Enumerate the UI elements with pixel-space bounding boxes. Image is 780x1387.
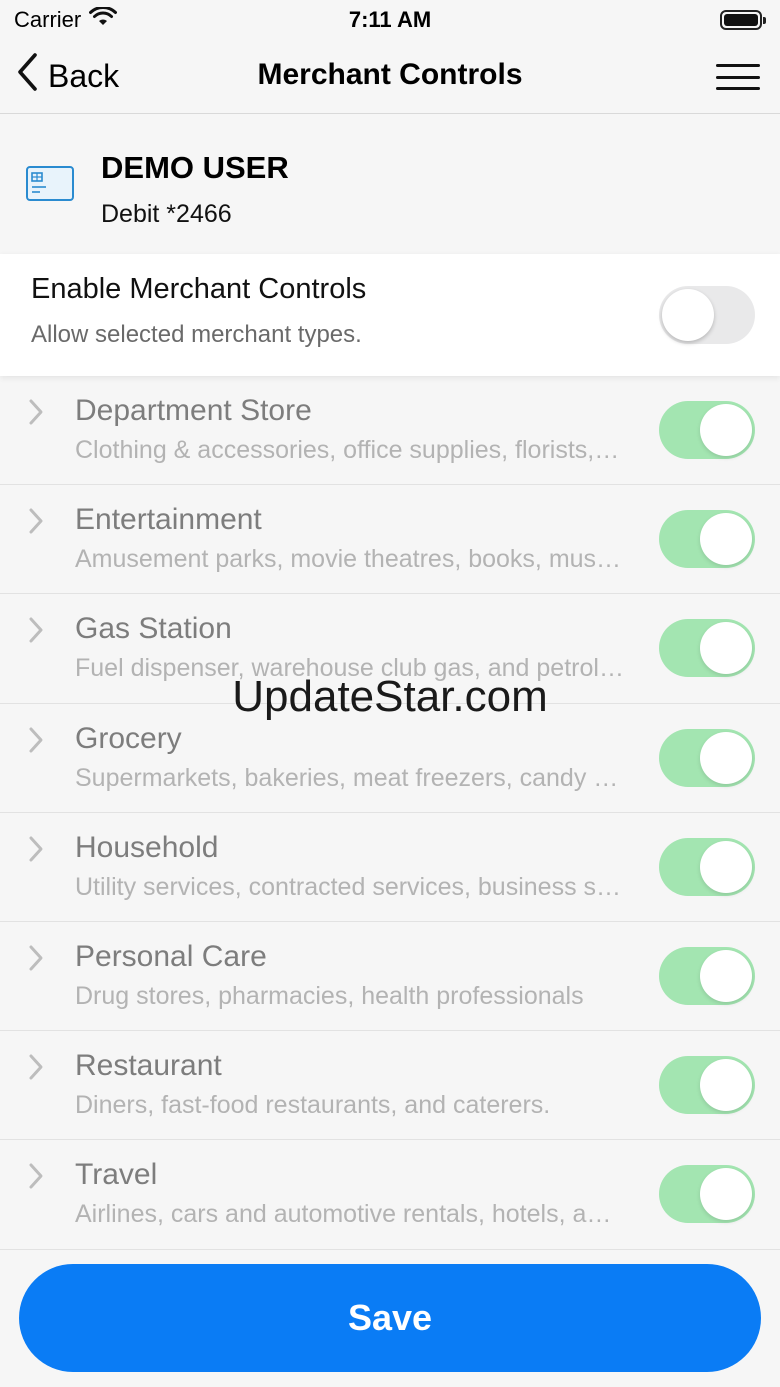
merchant-description: Diners, fast-food restaurants, and cater…: [75, 1091, 551, 1120]
merchant-row-gas-station[interactable]: Gas Station Fuel dispenser, warehouse cl…: [0, 594, 780, 704]
merchant-row-personal-care[interactable]: Personal Care Drug stores, pharmacies, h…: [0, 922, 780, 1032]
enable-merchant-controls-row: Enable Merchant Controls Allow selected …: [0, 254, 780, 376]
card-icon: [26, 166, 74, 207]
merchant-toggle[interactable]: [659, 1056, 755, 1115]
merchant-title: Restaurant: [75, 1049, 222, 1083]
merchant-description: Clothing & accessories, office supplies,…: [75, 436, 625, 464]
chevron-right-icon[interactable]: [27, 726, 45, 759]
chevron-right-icon[interactable]: [27, 835, 45, 868]
enable-subtitle: Allow selected merchant types.: [31, 321, 362, 348]
enable-title: Enable Merchant Controls: [31, 273, 367, 305]
account-header: DEMO USER Debit *2466: [0, 114, 780, 254]
toggle-knob: [700, 513, 752, 566]
merchant-toggle[interactable]: [659, 946, 755, 1005]
account-name: DEMO USER: [101, 150, 289, 185]
merchant-description: Utility services, contracted services, b…: [75, 872, 625, 901]
toggle-knob: [700, 949, 752, 1002]
back-label: Back: [48, 57, 120, 94]
status-left: Carrier: [14, 5, 118, 33]
chevron-right-icon[interactable]: [27, 398, 45, 431]
merchant-toggle[interactable]: [659, 1165, 755, 1224]
toggle-knob: [700, 731, 752, 784]
account-card-number: Debit *2466: [101, 200, 232, 228]
merchant-description: Airlines, cars and automotive rentals, h…: [75, 1200, 625, 1229]
chevron-left-icon: [16, 52, 38, 100]
merchant-row-travel[interactable]: Travel Airlines, cars and automotive ren…: [0, 1140, 780, 1250]
merchant-toggle[interactable]: [659, 619, 755, 678]
toggle-knob: [700, 1168, 752, 1221]
merchant-title: Grocery: [75, 721, 182, 755]
merchant-toggle[interactable]: [659, 837, 755, 896]
navigation-bar: Back Merchant Controls: [0, 40, 780, 114]
wifi-icon: [89, 5, 118, 33]
merchant-title: Household: [75, 830, 219, 864]
back-button[interactable]: Back: [16, 52, 120, 100]
toggle-knob: [700, 404, 752, 456]
merchant-toggle[interactable]: [659, 401, 755, 459]
merchant-description: Drug stores, pharmacies, health professi…: [75, 981, 584, 1010]
hamburger-menu-icon[interactable]: [716, 64, 760, 90]
merchant-title: Gas Station: [75, 612, 232, 646]
merchant-description: Amusement parks, movie theatres, books, …: [75, 545, 625, 574]
merchant-description: Supermarkets, bakeries, meat freezers, c…: [75, 763, 625, 792]
merchant-toggle[interactable]: [659, 728, 755, 787]
merchant-description: Fuel dispenser, warehouse club gas, and …: [75, 654, 625, 683]
merchant-toggle[interactable]: [659, 510, 755, 569]
merchant-title: Entertainment: [75, 503, 262, 537]
merchant-title: Personal Care: [75, 939, 267, 973]
save-button[interactable]: Save: [19, 1264, 761, 1372]
toggle-knob: [662, 289, 714, 341]
chevron-right-icon[interactable]: [27, 1053, 45, 1086]
merchant-row-restaurant[interactable]: Restaurant Diners, fast-food restaurants…: [0, 1031, 780, 1141]
toggle-knob: [700, 1059, 752, 1112]
merchant-title: Travel: [75, 1158, 158, 1192]
status-bar: Carrier 7:11 AM: [0, 0, 780, 40]
merchant-row-grocery[interactable]: Grocery Supermarkets, bakeries, meat fre…: [0, 704, 780, 813]
merchant-list: Department Store Clothing & accessories,…: [0, 376, 780, 1250]
chevron-right-icon[interactable]: [27, 616, 45, 649]
carrier-label: Carrier: [14, 7, 82, 32]
chevron-right-icon[interactable]: [27, 1162, 45, 1195]
merchant-row-entertainment[interactable]: Entertainment Amusement parks, movie the…: [0, 485, 780, 595]
battery-icon: [720, 10, 766, 30]
merchant-row-department-store[interactable]: Department Store Clothing & accessories,…: [0, 376, 780, 486]
toggle-knob: [700, 840, 752, 893]
merchant-title: Department Store: [75, 394, 312, 427]
chevron-right-icon[interactable]: [27, 944, 45, 977]
enable-merchant-controls-toggle[interactable]: [659, 286, 755, 344]
merchant-row-household[interactable]: Household Utility services, contracted s…: [0, 813, 780, 922]
toggle-knob: [700, 622, 752, 675]
chevron-right-icon[interactable]: [27, 507, 45, 540]
